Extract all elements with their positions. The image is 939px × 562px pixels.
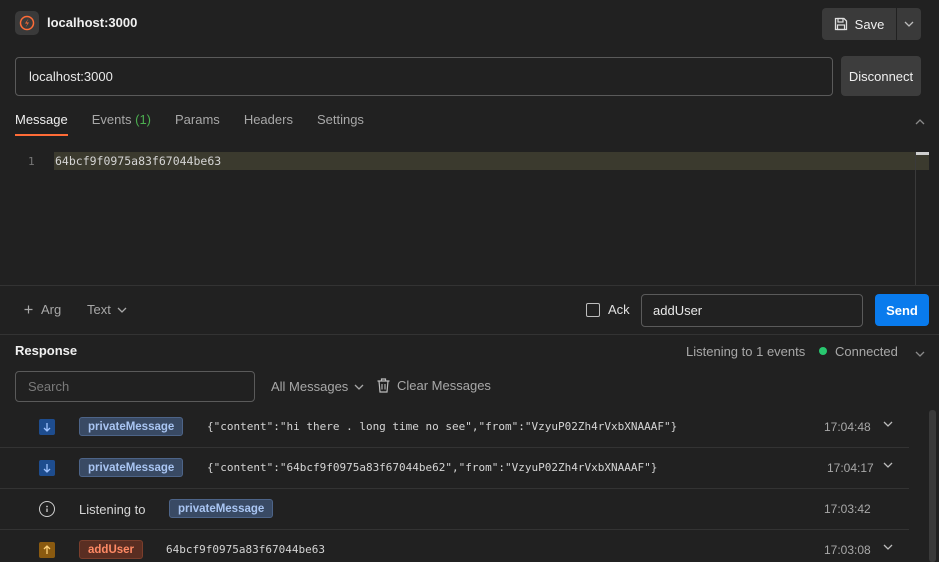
message-time: 17:04:17	[827, 461, 874, 475]
incoming-arrow-icon	[39, 460, 55, 476]
clear-messages-button[interactable]: Clear Messages	[377, 378, 491, 393]
ack-checkbox[interactable]	[586, 303, 600, 317]
message-time: 17:04:48	[824, 420, 871, 434]
message-row[interactable]: privateMessage {"content":"64bcf9f0975a8…	[0, 448, 909, 489]
message-payload: {"content":"hi there . long time no see"…	[207, 420, 678, 433]
editor-code-line[interactable]: 64bcf9f0975a83f67044be63	[55, 154, 221, 168]
message-payload: {"content":"64bcf9f0975a83f67044be62","f…	[207, 461, 658, 474]
message-list-scrollbar[interactable]	[929, 410, 936, 562]
save-button[interactable]: Save	[822, 8, 896, 40]
socketio-app-icon	[15, 11, 39, 35]
message-row[interactable]: privateMessage {"content":"hi there . lo…	[0, 407, 909, 448]
message-payload: 64bcf9f0975a83f67044be63	[166, 543, 325, 556]
tab-events-label: Events	[91, 112, 132, 127]
chevron-down-icon[interactable]	[883, 421, 893, 427]
event-badge: privateMessage	[79, 458, 184, 477]
tab-headers[interactable]: Headers	[244, 112, 293, 136]
collapse-response-icon[interactable]	[915, 345, 925, 360]
message-filter-label: All Messages	[271, 379, 349, 394]
event-badge: privateMessage	[79, 417, 184, 436]
message-row[interactable]: Listening to privateMessage 17:03:42	[0, 489, 909, 530]
tab-params[interactable]: Params	[175, 112, 220, 136]
listening-status[interactable]: Listening to 1 events	[686, 344, 805, 359]
clear-messages-label: Clear Messages	[397, 378, 491, 393]
chevron-down-icon	[354, 384, 364, 390]
message-row[interactable]: addUser 64bcf9f0975a83f67044be63 17:03:0…	[0, 530, 909, 562]
message-time: 17:03:42	[824, 502, 871, 516]
listening-text: Listening to	[79, 502, 146, 517]
plus-icon	[24, 305, 33, 314]
divider	[0, 285, 939, 286]
tab-settings[interactable]: Settings	[317, 112, 364, 136]
tab-events-count: (1)	[135, 112, 152, 127]
message-type-select[interactable]: Text	[87, 302, 127, 317]
divider	[0, 334, 939, 335]
chevron-down-icon[interactable]	[883, 544, 893, 550]
event-name-input[interactable]	[641, 294, 863, 327]
send-button[interactable]: Send	[875, 294, 929, 326]
outgoing-arrow-icon	[39, 542, 55, 558]
message-type-label: Text	[87, 302, 111, 317]
chevron-down-icon	[904, 21, 914, 27]
disconnect-button[interactable]: Disconnect	[841, 56, 921, 96]
save-options-button[interactable]	[897, 8, 921, 40]
editor-scrollbar[interactable]	[915, 152, 929, 285]
response-title: Response	[15, 343, 78, 358]
chevron-down-icon	[117, 307, 127, 313]
editor-scroll-thumb[interactable]	[916, 152, 929, 155]
message-filter-select[interactable]: All Messages	[271, 379, 364, 394]
save-icon	[834, 17, 847, 31]
event-badge: addUser	[79, 540, 144, 559]
collapse-request-icon[interactable]	[915, 113, 925, 128]
incoming-arrow-icon	[39, 419, 55, 435]
tab-events[interactable]: Events (1)	[92, 112, 151, 136]
add-arg-button[interactable]: Arg	[24, 302, 61, 317]
message-editor[interactable]	[0, 152, 929, 285]
request-title[interactable]: localhost:3000	[47, 15, 137, 30]
tab-message[interactable]: Message	[15, 112, 68, 136]
request-tabs: Message Events (1) Params Headers Settin…	[15, 112, 364, 136]
chevron-down-icon[interactable]	[883, 462, 893, 468]
line-number: 1	[28, 155, 35, 168]
connected-status-dot	[819, 347, 827, 355]
message-time: 17:03:08	[824, 543, 871, 557]
trash-icon	[377, 378, 390, 393]
event-badge: privateMessage	[169, 499, 274, 518]
url-input[interactable]: localhost:3000	[15, 57, 833, 96]
search-input[interactable]	[15, 371, 255, 402]
info-icon	[39, 501, 55, 517]
add-arg-label: Arg	[41, 302, 62, 317]
ack-label[interactable]: Ack	[608, 302, 630, 317]
save-label: Save	[854, 16, 885, 32]
connection-status: Connected	[835, 344, 898, 359]
